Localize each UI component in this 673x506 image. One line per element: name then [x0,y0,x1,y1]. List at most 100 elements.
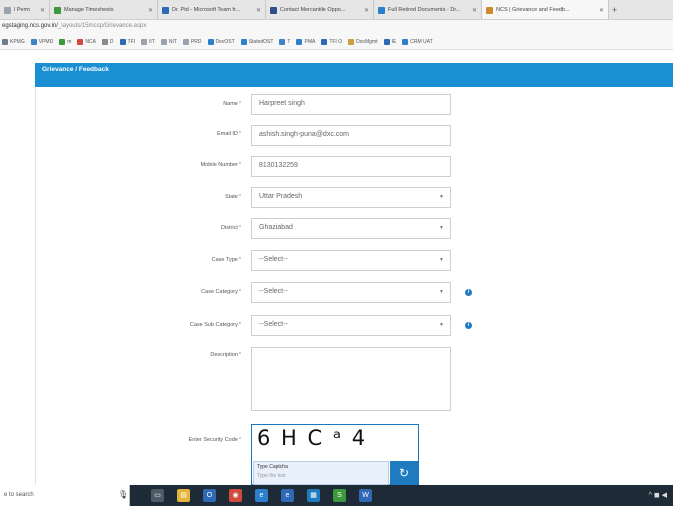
bookmark-item[interactable]: DevOST [207,38,235,45]
edge-icon[interactable]: e [255,489,268,502]
case-type-label: Case Type* [211,257,241,263]
tab-favicon-icon [4,6,11,14]
bookmark-item[interactable]: m [59,38,72,45]
panel-border [35,87,36,485]
tab-favicon-icon [54,6,61,14]
tab-label: l Perm [14,7,30,13]
close-icon[interactable]: ✕ [472,7,477,14]
bookmark-item[interactable]: NIT [160,38,177,45]
mobile-field[interactable]: 8130132259 [251,156,451,177]
bookmark-icon [182,38,189,45]
case-category-select[interactable]: --Select-- ▼ [251,282,451,303]
bookmark-icon [160,38,167,45]
bookmark-label: TFI O [329,38,343,45]
bookmark-item[interactable]: T [279,38,291,45]
bookmark-icon [77,38,84,45]
bookmark-item[interactable]: CRM UAT [402,38,433,45]
bookmark-label: VPMD [38,38,54,45]
windows-taskbar: e to search 🎙 ^ ◼ ◀ ▭ ▤ O ◉ e e ▦ S W [0,485,673,506]
description-label: Description* [210,352,241,358]
close-icon[interactable]: ✕ [256,7,261,14]
bookmark-icon [119,38,126,45]
bookmark-item[interactable]: VPMD [30,38,54,45]
word-icon[interactable]: W [359,489,372,502]
description-textarea[interactable] [251,347,451,411]
bookmark-icon [207,38,214,45]
tab-favicon-icon [162,6,169,14]
captcha-type-label: Type Captcha [257,464,288,470]
tab-favicon-icon [270,6,277,14]
outlook-icon[interactable]: O [203,489,216,502]
bookmark-item[interactable]: D [101,38,114,45]
tab-label: NCS | Grievance and Feedb... [496,7,570,13]
close-icon[interactable]: ✕ [40,7,45,14]
info-icon[interactable]: i [465,322,472,329]
page-content: Grievance / Feedback Name* Harpreet sing… [0,50,673,485]
system-tray[interactable]: ^ ◼ ◀ [649,491,667,499]
bookmark-label: TFI [127,38,136,45]
file-explorer-icon[interactable]: ▤ [177,489,190,502]
bookmark-label: DocMgmt [356,38,378,45]
bookmark-icon [383,38,390,45]
bookmark-item[interactable]: TFI [119,38,136,45]
state-value: Uttar Pradesh [259,193,303,200]
close-icon[interactable]: ✕ [148,7,153,14]
browser-tab[interactable]: Dr. Ptd - Microsoft Team fr... ✕ [158,0,266,19]
taskbar-search[interactable]: e to search [0,485,130,506]
new-tab-icon[interactable]: + [609,0,620,19]
browser-tab[interactable]: Contact Mercantile Oppo... ✕ [266,0,374,19]
tab-label: Manage Timesheets [64,7,114,13]
case-category-value: --Select-- [259,288,288,295]
case-type-select[interactable]: --Select-- ▼ [251,250,451,271]
bookmark-icon [348,38,355,45]
bookmark-item[interactable]: NCA [77,38,96,45]
state-select[interactable]: Uttar Pradesh ▼ [251,187,451,208]
chrome-icon[interactable]: ◉ [229,489,242,502]
bookmark-icon [240,38,247,45]
bookmark-item[interactable]: PMA [296,38,315,45]
bookmark-item[interactable]: DocMgmt [348,38,378,45]
browser-tab[interactable]: l Perm ✕ [0,0,50,19]
mobile-label: Mobile Number* [200,162,241,168]
state-label: State* [225,194,241,200]
app-icon[interactable]: ▦ [307,489,320,502]
captcha-input[interactable]: Type the text [257,473,286,479]
refresh-icon[interactable]: ↻ [390,461,418,485]
browser-tab[interactable]: Full Retired Documents - Dr... ✕ [374,0,482,19]
teams-icon[interactable]: S [333,489,346,502]
browser-tab[interactable]: NCS | Grievance and Feedb... ✕ [482,0,609,19]
email-field[interactable]: ashish.singh-puna@dxc.com [251,125,451,146]
name-field[interactable]: Harpreet singh [251,94,451,115]
close-icon[interactable]: ✕ [364,7,369,14]
bookmark-item[interactable]: IE [383,38,396,45]
task-view-icon[interactable]: ▭ [151,489,164,502]
bookmark-icon [321,38,328,45]
security-code-label: Enter Security Code* [188,437,241,443]
case-category-label: Case Category* [201,289,241,295]
case-sub-category-select[interactable]: --Select-- ▼ [251,315,451,336]
microphone-icon[interactable]: 🎙 [118,490,128,499]
url-path: _layouts/15/ncsp/Grievance.aspx [57,23,147,29]
info-icon[interactable]: i [465,289,472,296]
address-bar[interactable]: egstaging.ncs.gov.in/_layouts/15/ncsp/Gr… [0,20,673,34]
bookmark-item[interactable]: StatedOST [240,38,273,45]
bookmark-item[interactable]: KPMG [2,38,25,45]
chevron-down-icon: ▼ [439,289,444,295]
close-icon[interactable]: ✕ [599,7,604,14]
bookmark-label: D [109,38,114,45]
district-select[interactable]: Ghaziabad ▼ [251,218,451,239]
bookmark-icon [402,38,409,45]
ie-icon[interactable]: e [281,489,294,502]
tab-label: Dr. Ptd - Microsoft Team fr... [172,7,241,13]
chevron-down-icon: ▼ [439,257,444,263]
captcha-input-area[interactable]: Type Captcha Type the text [253,461,389,485]
district-value: Ghaziabad [259,224,293,231]
case-sub-category-value: --Select-- [259,321,288,328]
bookmark-item[interactable]: PRD [182,38,202,45]
bookmark-label: m [67,38,72,45]
tab-label: Contact Mercantile Oppo... [280,7,346,13]
bookmark-label: T [287,38,291,45]
bookmark-item[interactable]: IIT [141,38,155,45]
bookmark-item[interactable]: TFI O [321,38,343,45]
browser-tab[interactable]: Manage Timesheets ✕ [50,0,158,19]
